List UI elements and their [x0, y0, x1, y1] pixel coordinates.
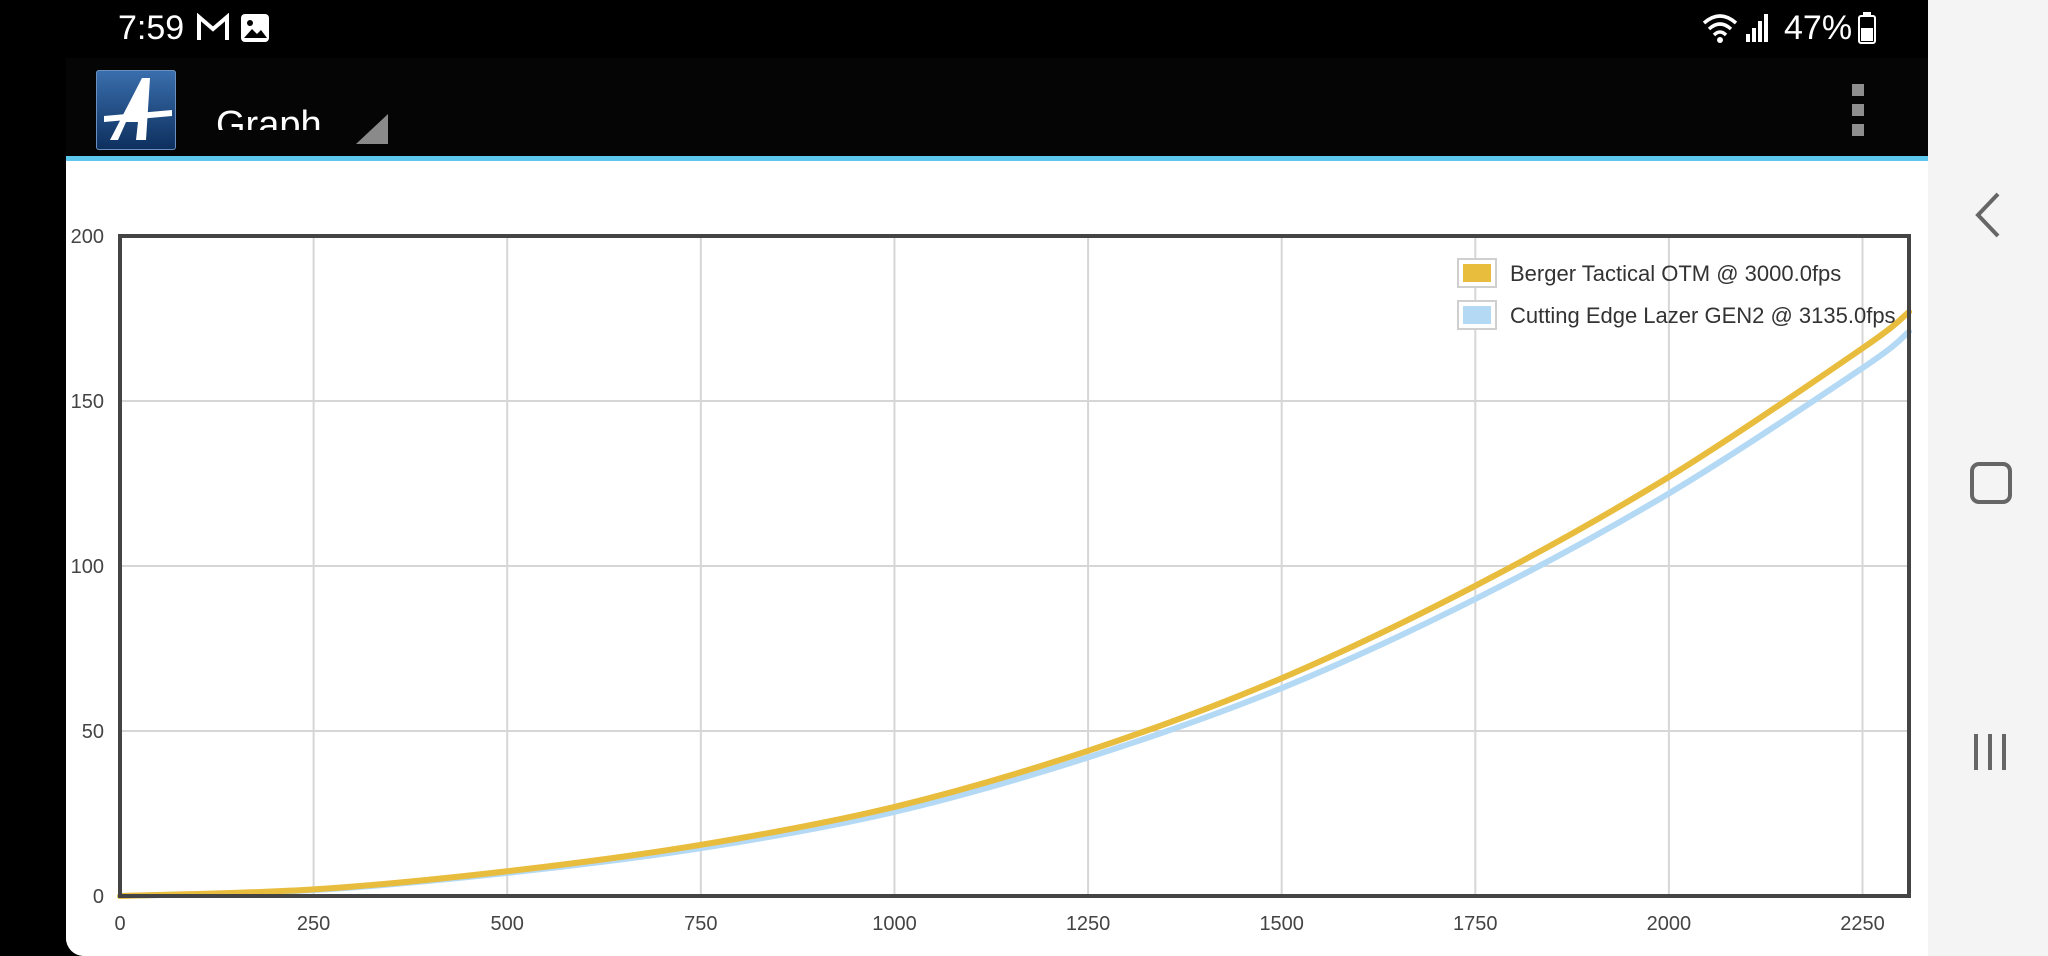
logo-mark-icon	[104, 78, 172, 140]
y-tick-label: 50	[82, 721, 104, 743]
app-logo[interactable]	[96, 70, 176, 150]
overflow-menu-button[interactable]	[1848, 84, 1868, 138]
action-bar: Graph	[66, 58, 1928, 161]
navigation-bar	[1928, 0, 2048, 956]
chart-area: 0 250 500 750 1000 1250 1500 1750 2000 2250 0 50 100…	[66, 161, 1928, 956]
x-tick-label: 500	[491, 913, 524, 935]
x-tick-label: 0	[114, 913, 125, 935]
menu-dot-icon	[1852, 84, 1864, 96]
x-tick-label: 2000	[1647, 913, 1692, 935]
x-tick-label: 1250	[1066, 913, 1111, 935]
menu-dot-icon	[1852, 104, 1864, 116]
y-tick-label: 200	[71, 226, 104, 248]
x-tick-label: 2250	[1840, 913, 1885, 935]
legend-label: Cutting Edge Lazer GEN2 @ 3135.0fps	[1510, 303, 1896, 328]
x-tick-label: 250	[297, 913, 330, 935]
recents-icon[interactable]	[1970, 730, 2010, 774]
gmail-icon	[197, 13, 229, 40]
status-time: 7:59	[118, 9, 185, 47]
app-window: Graph 0 250 500 750 1000 1250 1500 1750 2000 2250…	[66, 58, 1928, 956]
legend-label: Berger Tactical OTM @ 3000.0fps	[1510, 261, 1841, 286]
x-tick-label: 1000	[872, 913, 917, 935]
back-icon[interactable]	[1968, 190, 2008, 240]
y-tick-label: 0	[93, 886, 104, 908]
x-tick-label: 750	[684, 913, 717, 935]
wifi-icon	[1702, 14, 1738, 43]
spinner-dropdown-icon[interactable]	[356, 114, 388, 144]
home-icon[interactable]	[1970, 462, 2012, 504]
x-tick-label: 1500	[1259, 913, 1304, 935]
signal-icon	[1746, 14, 1768, 42]
line-chart: 0 250 500 750 1000 1250 1500 1750 2000 2250 0 50 100…	[71, 226, 1912, 935]
y-tick-label: 100	[71, 556, 104, 578]
x-tick-label: 1750	[1453, 913, 1498, 935]
status-bar: 7:59 47%	[0, 0, 1928, 58]
gallery-icon	[241, 14, 269, 42]
menu-dot-icon	[1852, 124, 1864, 136]
legend-swatch	[1463, 306, 1491, 324]
y-tick-label: 150	[71, 391, 104, 413]
battery-icon	[1858, 12, 1876, 44]
battery-percent: 47%	[1784, 9, 1853, 47]
legend-swatch	[1463, 264, 1491, 282]
